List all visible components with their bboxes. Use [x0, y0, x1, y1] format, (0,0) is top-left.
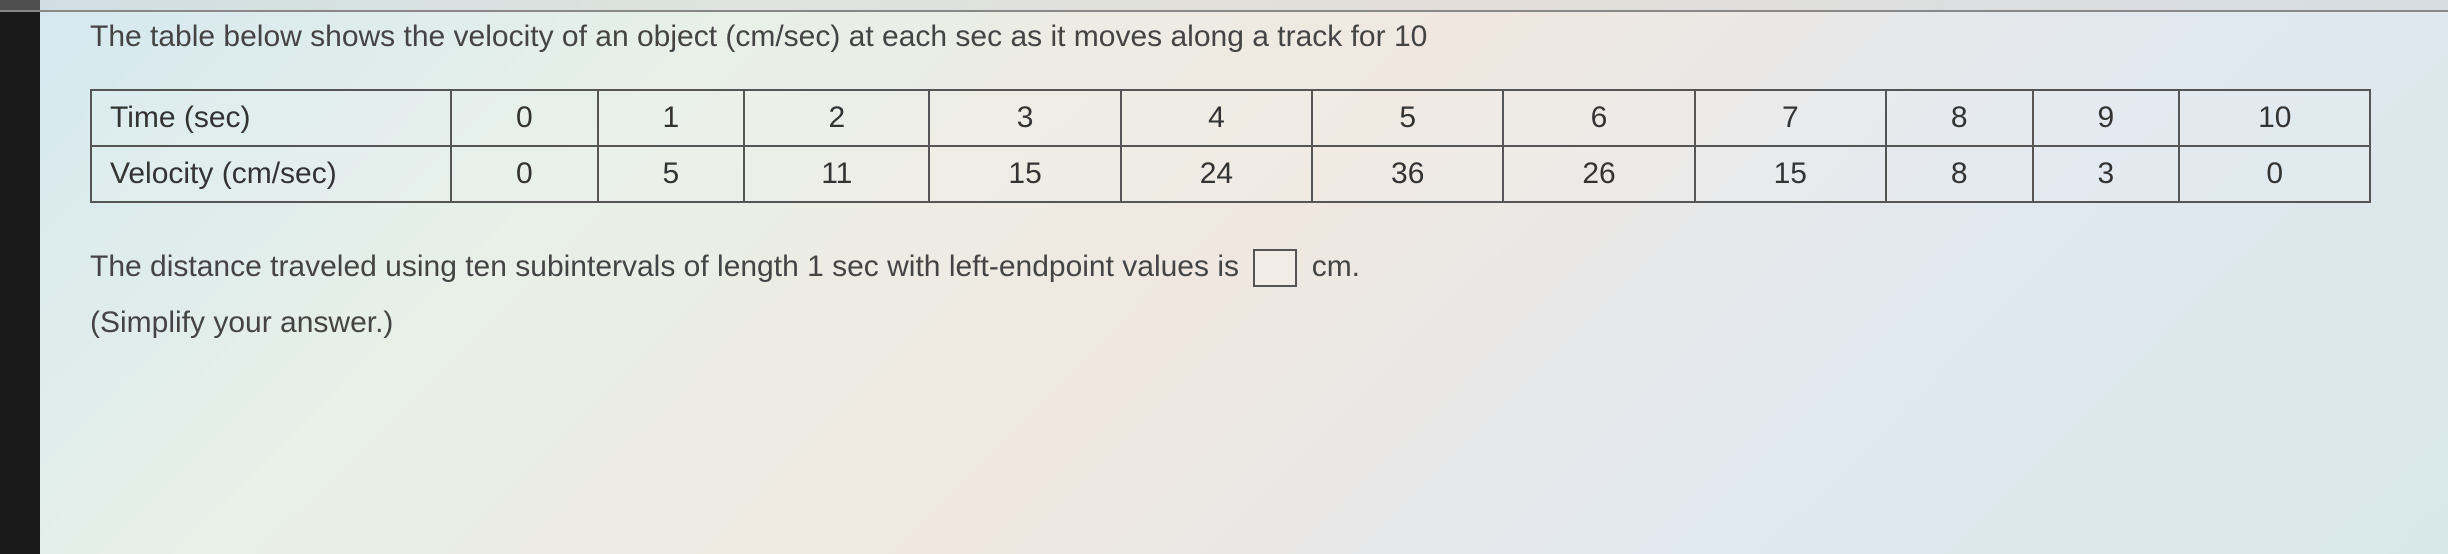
problem-content: The table below shows the velocity of an… — [90, 20, 2418, 347]
time-cell: 8 — [1886, 90, 2033, 146]
velocity-cell: 15 — [929, 146, 1120, 202]
velocity-cell: 5 — [598, 146, 745, 202]
time-cell: 3 — [929, 90, 1120, 146]
question-text: The distance traveled using ten subinter… — [90, 243, 2418, 347]
velocity-row: Velocity (cm/sec) 0 5 11 15 24 36 26 15 … — [91, 146, 2370, 202]
time-row: Time (sec) 0 1 2 3 4 5 6 7 8 9 10 — [91, 90, 2370, 146]
intro-text: The table below shows the velocity of an… — [90, 20, 2418, 54]
question-unit: cm. — [1312, 250, 1360, 283]
velocity-cell: 24 — [1121, 146, 1312, 202]
velocity-cell: 3 — [2033, 146, 2180, 202]
velocity-cell: 11 — [744, 146, 929, 202]
time-cell: 2 — [744, 90, 929, 146]
simplify-instruction: (Simplify your answer.) — [90, 299, 2418, 347]
velocity-cell: 26 — [1503, 146, 1694, 202]
time-cell: 10 — [2179, 90, 2370, 146]
velocity-cell: 0 — [2179, 146, 2370, 202]
time-cell: 9 — [2033, 90, 2180, 146]
top-divider — [0, 0, 2448, 12]
time-row-header: Time (sec) — [91, 90, 451, 146]
answer-input-box[interactable] — [1253, 249, 1297, 287]
time-cell: 7 — [1695, 90, 1886, 146]
time-cell: 6 — [1503, 90, 1694, 146]
velocity-cell: 8 — [1886, 146, 2033, 202]
velocity-row-header: Velocity (cm/sec) — [91, 146, 451, 202]
time-cell: 1 — [598, 90, 745, 146]
velocity-cell: 15 — [1695, 146, 1886, 202]
time-cell: 5 — [1312, 90, 1503, 146]
velocity-table: Time (sec) 0 1 2 3 4 5 6 7 8 9 10 Veloci… — [90, 89, 2371, 203]
time-cell: 4 — [1121, 90, 1312, 146]
velocity-cell: 36 — [1312, 146, 1503, 202]
time-cell: 0 — [451, 90, 598, 146]
question-before: The distance traveled using ten subinter… — [90, 250, 1239, 283]
velocity-cell: 0 — [451, 146, 598, 202]
